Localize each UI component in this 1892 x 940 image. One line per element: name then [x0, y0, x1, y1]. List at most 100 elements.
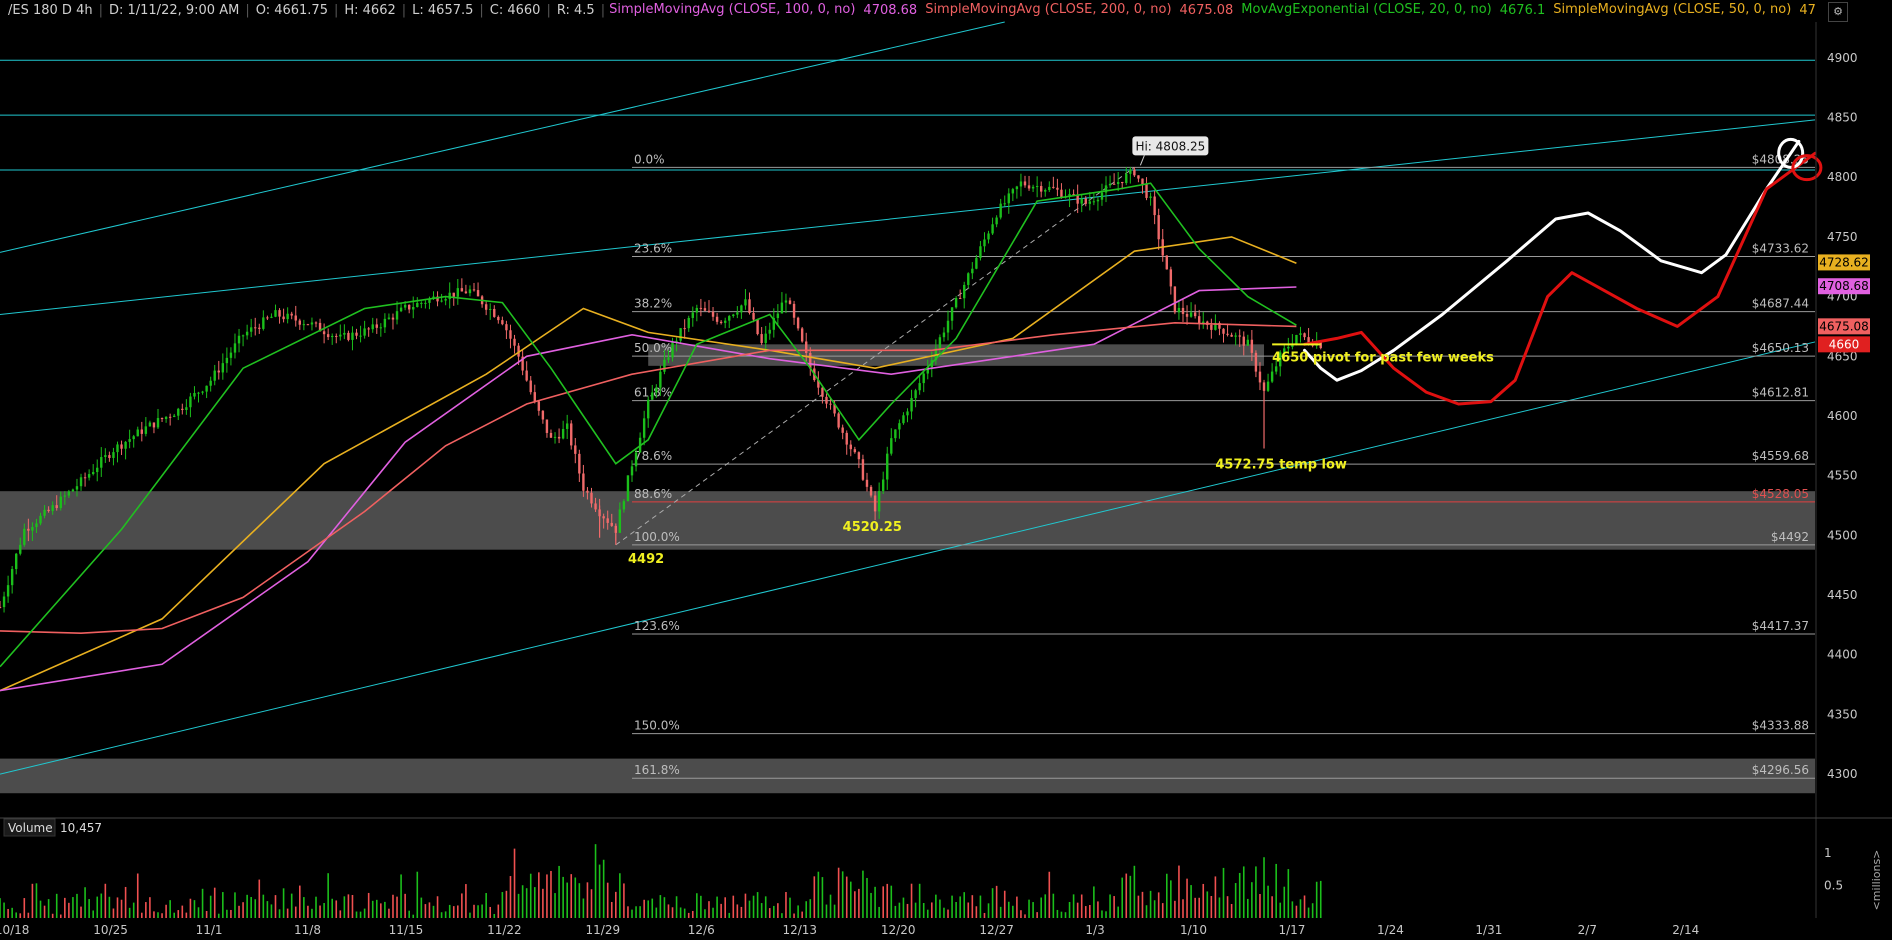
- candle-body: [505, 324, 508, 331]
- date-axis-tick: 10/25: [93, 923, 128, 937]
- candle-body: [732, 314, 735, 317]
- candle-body: [63, 495, 67, 497]
- candle-body: [1234, 335, 1237, 337]
- candle-body: [241, 335, 245, 337]
- candle-body: [407, 304, 411, 310]
- candle-body: [205, 385, 208, 392]
- candle-body: [776, 313, 780, 319]
- candle-body: [10, 569, 14, 586]
- candle-body: [890, 438, 893, 454]
- candle-body: [31, 527, 34, 531]
- candle-body: [954, 298, 958, 308]
- candle-body: [914, 390, 917, 399]
- candle-body: [857, 452, 861, 460]
- candle-body: [983, 239, 986, 247]
- candle-body: [91, 472, 95, 475]
- candle-body: [1246, 339, 1250, 346]
- fib-price-label: $4528.05: [1752, 487, 1809, 501]
- fib-pct-label: 23.6%: [634, 241, 672, 255]
- candle-body: [557, 436, 561, 439]
- candle-body: [1197, 316, 1201, 324]
- candle-body: [55, 505, 58, 509]
- candle-body: [132, 436, 135, 440]
- candle-body: [975, 257, 978, 269]
- date-axis-tick: 1/17: [1278, 923, 1305, 937]
- date-axis-tick: 1/31: [1475, 923, 1502, 937]
- fib-pct-label: 123.6%: [634, 619, 680, 633]
- candle-body: [476, 290, 480, 297]
- candle-body: [509, 330, 512, 339]
- candle-body: [1048, 186, 1051, 191]
- candle-body: [719, 321, 723, 323]
- candle-body: [837, 413, 840, 428]
- price-axis-tick: 4800: [1827, 170, 1858, 184]
- date-axis-tick: 2/14: [1672, 923, 1699, 937]
- candle-body: [987, 233, 990, 240]
- candle-body: [525, 370, 528, 381]
- candle-body: [112, 452, 115, 458]
- candle-body: [1242, 336, 1245, 346]
- candle-body: [971, 268, 974, 274]
- price-axis-tick: 4450: [1827, 588, 1858, 602]
- fib-price-label: $4296.56: [1752, 763, 1809, 777]
- candle-body: [894, 429, 897, 439]
- candle-body: [1039, 186, 1043, 192]
- candle-body: [537, 401, 541, 411]
- support-zone: [0, 491, 1815, 550]
- candle-body: [715, 316, 719, 322]
- candle-body: [173, 415, 176, 418]
- candle-body: [444, 299, 447, 301]
- candle-body: [399, 307, 403, 312]
- candle-body: [565, 423, 569, 429]
- candle-body: [35, 523, 38, 528]
- candle-body: [1100, 192, 1104, 200]
- candle-body: [120, 444, 123, 449]
- candle-body: [1003, 203, 1006, 205]
- candle-body: [1129, 169, 1132, 174]
- candle-body: [1112, 183, 1116, 185]
- candle-body: [379, 327, 383, 329]
- price-axis-tick: 4750: [1827, 230, 1858, 244]
- candle-body: [825, 396, 828, 404]
- date-axis-tick: 12/27: [979, 923, 1014, 937]
- candle-body: [177, 408, 180, 416]
- candle-body: [47, 509, 50, 512]
- fib-pct-label: 161.8%: [634, 763, 680, 777]
- candle-body: [331, 335, 334, 338]
- candle-body: [602, 516, 605, 519]
- fib-pct-label: 88.6%: [634, 487, 672, 501]
- candle-body: [728, 316, 731, 321]
- candle-body: [606, 518, 609, 523]
- candle-body: [6, 585, 10, 597]
- candle-body: [695, 307, 699, 313]
- candle-body: [1052, 186, 1055, 188]
- candle-body: [590, 492, 593, 504]
- candle-body: [262, 317, 265, 329]
- candle-body: [829, 403, 832, 405]
- candle-body: [456, 288, 460, 297]
- candle-body: [347, 332, 350, 340]
- candle-body: [278, 310, 281, 317]
- fib-pct-label: 50.0%: [634, 341, 672, 355]
- candle-body: [910, 398, 913, 412]
- date-axis-tick: 11/22: [487, 923, 522, 937]
- high-label-pointer: [1139, 155, 1145, 166]
- candle-body: [655, 387, 658, 393]
- candle-body: [703, 308, 707, 311]
- candle-body: [355, 332, 358, 336]
- candle-body: [306, 324, 310, 326]
- date-axis-tick: 12/6: [688, 923, 715, 937]
- candle-body: [83, 477, 87, 479]
- candle-body: [1084, 198, 1087, 204]
- candle-body: [748, 299, 751, 313]
- projection-path: [1303, 139, 1801, 382]
- volume-bars: [0, 844, 1322, 918]
- candle-body: [67, 491, 71, 496]
- candle-body: [760, 334, 763, 344]
- candle-body: [245, 331, 249, 336]
- candle-body: [752, 312, 755, 320]
- candle-body: [651, 392, 654, 400]
- candle-body: [484, 304, 488, 310]
- candle-body: [578, 453, 581, 474]
- candle-body: [946, 320, 950, 333]
